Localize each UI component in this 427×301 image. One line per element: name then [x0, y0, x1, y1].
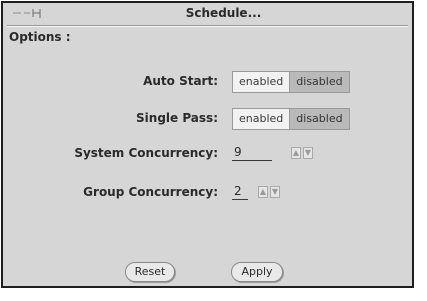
- options-heading: Options :: [9, 30, 71, 44]
- single-pass-label: Single Pass:: [136, 111, 218, 125]
- down-arrow-icon[interactable]: ▼: [270, 186, 280, 198]
- schedule-dialog: Schedule... Options : Auto Start: enable…: [1, 1, 414, 288]
- title-bar: Schedule...: [3, 3, 412, 25]
- auto-start-disabled-button[interactable]: disabled: [290, 72, 349, 92]
- system-concurrency-label: System Concurrency:: [74, 146, 218, 160]
- group-concurrency-label: Group Concurrency:: [83, 185, 218, 199]
- title-divider: [7, 25, 408, 27]
- down-arrow-icon[interactable]: ▼: [303, 147, 313, 159]
- auto-start-enabled-button[interactable]: enabled: [233, 72, 291, 92]
- up-arrow-icon[interactable]: ▲: [291, 147, 301, 159]
- system-concurrency-stepper: ▲ ▼: [291, 147, 313, 159]
- window-title: Schedule...: [185, 6, 262, 20]
- up-arrow-icon[interactable]: ▲: [258, 186, 268, 198]
- reset-button[interactable]: Reset: [125, 262, 175, 282]
- single-pass-toggle: enabled disabled: [232, 108, 350, 130]
- auto-start-toggle: enabled disabled: [232, 71, 350, 93]
- group-concurrency-input[interactable]: 2: [232, 184, 248, 200]
- single-pass-disabled-button[interactable]: disabled: [290, 109, 349, 129]
- apply-button[interactable]: Apply: [231, 262, 283, 282]
- auto-start-label: Auto Start:: [143, 74, 218, 88]
- group-concurrency-stepper: ▲ ▼: [258, 186, 280, 198]
- system-concurrency-input[interactable]: 9: [232, 145, 272, 161]
- single-pass-enabled-button[interactable]: enabled: [233, 109, 291, 129]
